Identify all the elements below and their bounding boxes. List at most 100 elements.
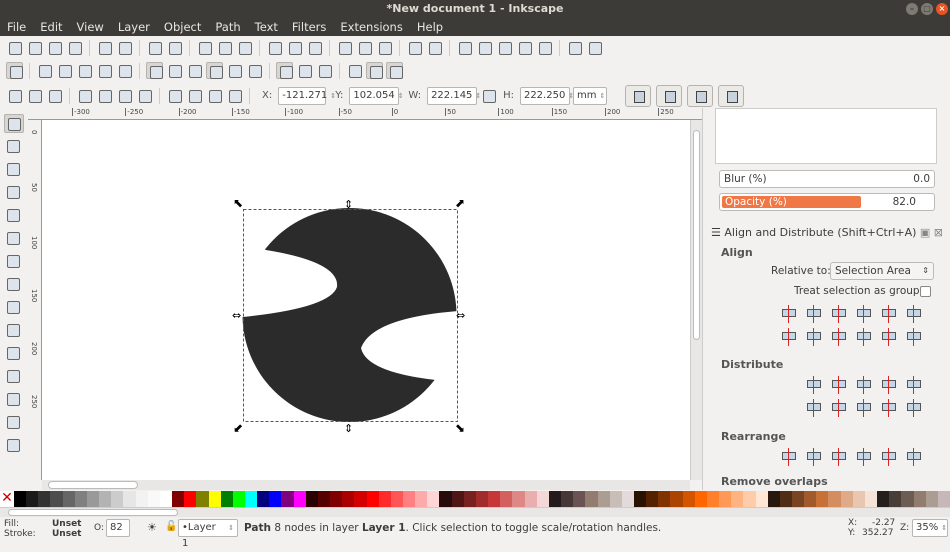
color-swatch[interactable] — [488, 491, 501, 507]
color-swatch[interactable] — [451, 491, 464, 507]
snap-cusp-icon[interactable] — [206, 62, 223, 79]
color-swatch[interactable] — [804, 491, 817, 507]
dialog-close-icon[interactable]: ▣ ⊠ — [920, 226, 943, 239]
paste-icon[interactable] — [236, 39, 253, 56]
color-swatch[interactable] — [342, 491, 355, 507]
maximize-button[interactable]: □ — [921, 3, 933, 15]
unlink-clone-icon[interactable] — [376, 39, 393, 56]
color-swatch[interactable] — [500, 491, 513, 507]
visibility-icon[interactable]: ☀ — [147, 521, 157, 534]
color-swatch[interactable] — [621, 491, 634, 507]
menu-file[interactable]: File — [0, 18, 33, 36]
color-swatch[interactable] — [244, 491, 258, 507]
new-icon[interactable] — [6, 39, 23, 56]
color-swatch[interactable] — [14, 491, 27, 507]
layers-icon[interactable] — [496, 39, 513, 56]
menu-path[interactable]: Path — [208, 18, 247, 36]
menu-extensions[interactable]: Extensions — [333, 18, 409, 36]
distribute-baseline-h-icon[interactable] — [904, 376, 924, 394]
snap-midpoints-icon[interactable] — [96, 62, 113, 79]
rearrange-graph-icon[interactable] — [779, 448, 799, 466]
treat-group-checkbox[interactable] — [920, 286, 931, 297]
exchange-clockwise-icon[interactable] — [854, 448, 874, 466]
color-swatch[interactable] — [269, 491, 282, 507]
zoom-drawing-icon[interactable] — [286, 39, 303, 56]
color-swatch[interactable] — [937, 491, 950, 507]
measure-tool-icon[interactable] — [4, 206, 24, 225]
color-swatch[interactable] — [719, 491, 732, 507]
exchange-selection-order-icon[interactable] — [804, 448, 824, 466]
color-swatch[interactable] — [159, 491, 173, 507]
pencil-tool-icon[interactable] — [4, 344, 24, 363]
distribute-gaps-h-icon[interactable] — [879, 376, 899, 394]
color-swatch[interactable] — [293, 491, 306, 507]
snap-guide-icon[interactable] — [386, 62, 403, 79]
flip-horizontal-icon[interactable] — [116, 87, 133, 104]
raise-top-icon[interactable] — [226, 87, 243, 104]
color-swatch[interactable] — [439, 491, 452, 507]
y-field[interactable]: 102.054 ⇕ — [349, 86, 404, 105]
copy-icon[interactable] — [196, 39, 213, 56]
color-swatch[interactable] — [743, 491, 756, 507]
color-swatch[interactable] — [706, 491, 720, 507]
align-center-horizontal-icon[interactable] — [829, 305, 849, 323]
color-swatch[interactable] — [99, 491, 112, 507]
menu-filters[interactable]: Filters — [285, 18, 333, 36]
color-swatch[interactable] — [281, 491, 294, 507]
import-icon[interactable] — [96, 39, 113, 56]
transform-gradients-button[interactable] — [686, 84, 713, 107]
snap-rotation-center-icon[interactable] — [296, 62, 313, 79]
color-swatch[interactable] — [123, 491, 136, 507]
color-swatch[interactable] — [390, 491, 403, 507]
color-swatch[interactable] — [597, 491, 610, 507]
snap-nodes-icon[interactable] — [146, 62, 163, 79]
unit-select[interactable]: mm ⇕ — [572, 86, 607, 105]
zoom-selection-icon[interactable] — [266, 39, 283, 56]
color-swatch[interactable] — [330, 491, 343, 507]
color-swatch[interactable] — [536, 491, 549, 507]
cut-icon[interactable] — [216, 39, 233, 56]
distribute-bottom-icon[interactable] — [854, 399, 874, 417]
text-tool-icon[interactable] — [4, 413, 24, 432]
color-swatch[interactable] — [585, 491, 598, 507]
path-shape[interactable] — [242, 208, 457, 422]
color-swatch[interactable] — [889, 491, 902, 507]
clone-icon[interactable] — [356, 39, 373, 56]
color-swatch[interactable] — [196, 491, 209, 507]
color-swatch[interactable] — [901, 491, 914, 507]
print-icon[interactable] — [66, 39, 83, 56]
distribute-right-icon[interactable] — [854, 376, 874, 394]
color-swatch[interactable] — [694, 491, 707, 507]
lower-bottom-icon[interactable] — [166, 87, 183, 104]
ellipse-tool-icon[interactable] — [4, 275, 24, 294]
snap-toggle-icon[interactable] — [6, 62, 23, 79]
blur-field[interactable]: Blur (%) 0.0 — [719, 170, 935, 188]
color-swatch[interactable] — [220, 491, 233, 507]
color-swatch[interactable] — [147, 491, 160, 507]
menu-layer[interactable]: Layer — [111, 18, 157, 36]
snap-line-midpoints-icon[interactable] — [246, 62, 263, 79]
spray-tool-icon[interactable] — [4, 436, 24, 455]
canvas[interactable]: ⬉ ⬈ ⬋ ⬊ ⇕ ⇕ ⇔ ⇔ — [42, 120, 690, 480]
unclump-icon[interactable] — [904, 448, 924, 466]
color-swatch[interactable] — [913, 491, 926, 507]
pen-tool-icon[interactable] — [4, 367, 24, 386]
xml-editor-icon[interactable] — [516, 39, 533, 56]
snap-text-baseline-icon[interactable] — [316, 62, 333, 79]
color-swatch[interactable] — [646, 491, 659, 507]
stroke-value[interactable]: Unset — [52, 529, 81, 539]
preferences-icon[interactable] — [566, 39, 583, 56]
align-baseline-vertical-icon[interactable] — [904, 305, 924, 323]
snap-centers-icon[interactable] — [116, 62, 133, 79]
color-swatch[interactable] — [792, 491, 805, 507]
color-swatch[interactable] — [512, 491, 525, 507]
star-tool-icon[interactable] — [4, 298, 24, 317]
raise-icon[interactable] — [206, 87, 223, 104]
color-swatch[interactable] — [305, 491, 318, 507]
color-swatch[interactable] — [524, 491, 537, 507]
document-properties-icon[interactable] — [586, 39, 603, 56]
color-swatch[interactable] — [561, 491, 574, 507]
export-icon[interactable] — [116, 39, 133, 56]
ungroup-icon[interactable] — [426, 39, 443, 56]
color-swatch[interactable] — [658, 491, 671, 507]
